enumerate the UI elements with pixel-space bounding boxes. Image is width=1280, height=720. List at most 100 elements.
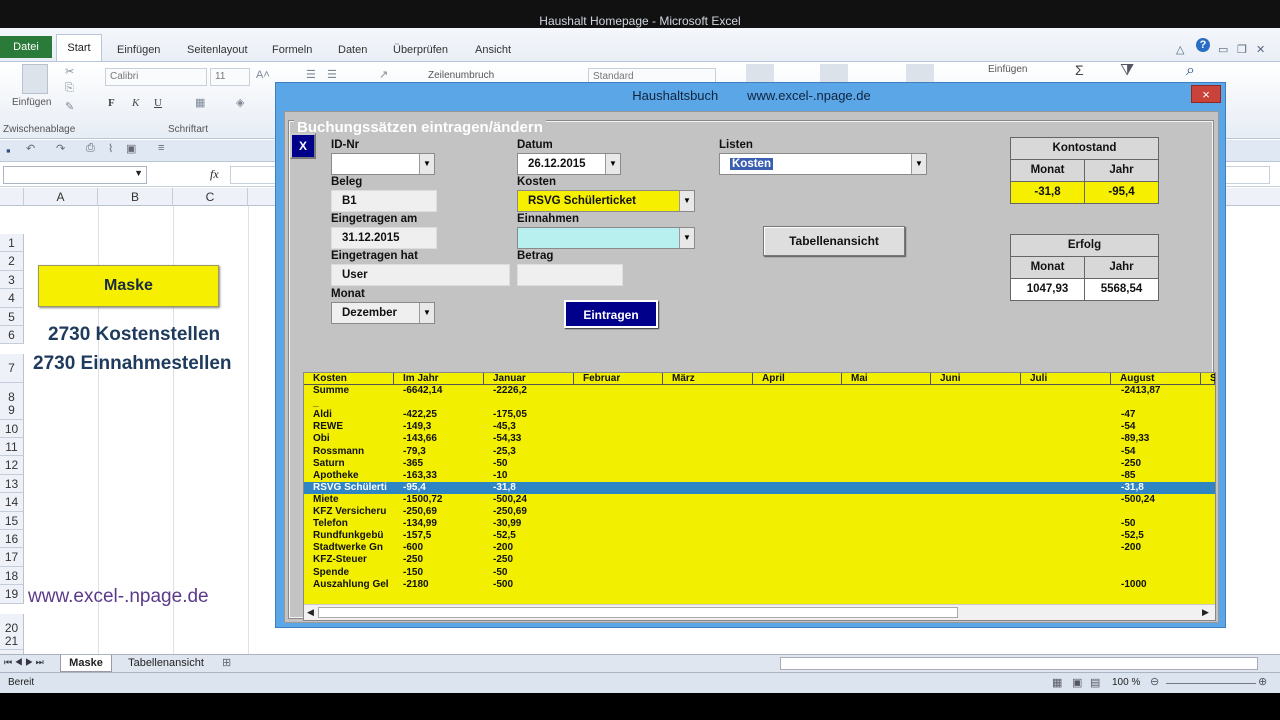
autosum-icon[interactable]: Σ bbox=[1075, 62, 1084, 78]
kosten-listbox[interactable]: Kosten Im Jahr Januar Februar März April Mai Ju… bbox=[303, 372, 1216, 621]
list-row[interactable]: Rossmann -79,3 -25,3 -54 bbox=[304, 446, 1215, 458]
list-row[interactable]: Aldi -422,25 -175,05 -47 bbox=[304, 409, 1215, 421]
cut-icon[interactable]: ✂ bbox=[65, 65, 74, 78]
customize-qat-icon[interactable]: ≡ bbox=[158, 142, 164, 154]
tabellenansicht-button[interactable]: Tabellenansicht bbox=[763, 226, 905, 256]
tab-ueberpruefen[interactable]: Überprüfen bbox=[393, 40, 448, 60]
betrag-field[interactable] bbox=[517, 264, 623, 286]
website-link[interactable]: www.excel-.npage.de bbox=[28, 586, 209, 608]
list-row[interactable]: Obi -143,66 -54,33 -89,33 bbox=[304, 433, 1215, 445]
row-header[interactable]: 16 bbox=[0, 530, 24, 549]
list-column-header[interactable]: S bbox=[1201, 373, 1215, 385]
font-size-combo[interactable]: 11 bbox=[210, 68, 250, 86]
tab-start[interactable]: Start bbox=[56, 34, 102, 61]
tab-ansicht[interactable]: Ansicht bbox=[475, 40, 511, 60]
list-row[interactable]: Miete -1500,72 -500,24 -500,24 bbox=[304, 494, 1215, 506]
row-header[interactable]: 14 bbox=[0, 493, 24, 512]
format-painter-icon[interactable]: ✎ bbox=[65, 100, 74, 113]
list-column-header[interactable]: Februar bbox=[574, 373, 663, 385]
zoom-in-icon[interactable]: ⊕ bbox=[1258, 675, 1267, 688]
row-header[interactable]: 3 bbox=[0, 270, 24, 290]
listbox-scrollbar[interactable]: ◀ ▶ bbox=[304, 604, 1215, 620]
list-column-header[interactable]: Juli bbox=[1021, 373, 1111, 385]
list-column-header[interactable]: August bbox=[1111, 373, 1201, 385]
row-header[interactable]: 5 bbox=[0, 307, 24, 326]
list-column-header[interactable]: Im Jahr bbox=[394, 373, 484, 385]
row-header[interactable]: 2 bbox=[0, 252, 24, 271]
fill-color-icon[interactable]: ◈ bbox=[236, 96, 244, 109]
sheet-nav-icons[interactable]: ⏮ ◀ ▶ ⏭ bbox=[4, 657, 44, 668]
list-column-header[interactable]: Januar bbox=[484, 373, 574, 385]
list-row[interactable]: Rundfunkgebü -157,5 -52,5 -52,5 bbox=[304, 530, 1215, 542]
list-column-header[interactable]: Mai bbox=[842, 373, 931, 385]
eingetragen-am-field[interactable]: 31.12.2015 bbox=[331, 227, 437, 249]
sort-filter-icon[interactable]: ⧩ bbox=[1120, 62, 1134, 80]
beleg-field[interactable]: B1 bbox=[331, 190, 437, 212]
list-row[interactable]: Saturn -365 -50 -250 bbox=[304, 458, 1215, 470]
name-box[interactable]: ▼ bbox=[3, 166, 147, 184]
orientation-icon[interactable]: ↗ bbox=[379, 68, 388, 81]
list-row[interactable]: RSVG Schülerti -95,4 -31,8 -31,8 bbox=[304, 481, 1215, 494]
einnahmen-dropdown[interactable]: ▼ bbox=[517, 227, 695, 249]
chevron-down-icon[interactable]: ▼ bbox=[419, 303, 434, 323]
chevron-down-icon[interactable]: ▼ bbox=[605, 154, 620, 174]
x-button[interactable]: X bbox=[290, 133, 316, 159]
kosten-dropdown[interactable]: RSVG Schülerticket ▼ bbox=[517, 190, 695, 212]
sheet-tab-maske[interactable]: Maske bbox=[60, 655, 112, 672]
list-row[interactable]: Telefon -134,99 -30,99 -50 bbox=[304, 518, 1215, 530]
find-icon[interactable]: ⌕ bbox=[1186, 62, 1195, 80]
wrap-text-button[interactable]: Zeilenumbruch bbox=[428, 70, 494, 81]
tab-formeln[interactable]: Formeln bbox=[272, 40, 312, 60]
list-column-header[interactable]: April bbox=[753, 373, 842, 385]
font-name-combo[interactable]: Calibri bbox=[105, 68, 207, 86]
dialog-close-button[interactable]: × bbox=[1191, 85, 1221, 103]
insert-function-icon[interactable]: fx bbox=[210, 167, 219, 182]
align-top-icon[interactable]: ☰ bbox=[306, 68, 316, 81]
eingetragen-hat-field[interactable]: User bbox=[331, 264, 510, 286]
scroll-left-icon[interactable]: ◀ bbox=[307, 607, 314, 618]
underline-button[interactable]: U bbox=[154, 97, 162, 109]
list-column-header[interactable]: März bbox=[663, 373, 753, 385]
grow-font-icon[interactable]: A˄ bbox=[256, 69, 270, 81]
copy-icon[interactable]: ⎘ bbox=[65, 82, 74, 95]
list-row[interactable]: _ bbox=[304, 397, 1215, 409]
paste-label[interactable]: Einfügen bbox=[12, 97, 51, 108]
list-column-header[interactable]: Kosten bbox=[304, 373, 394, 385]
page-break-icon[interactable]: ▤ bbox=[1090, 676, 1100, 689]
borders-icon[interactable]: ▦ bbox=[195, 96, 205, 109]
align-middle-icon[interactable]: ☰ bbox=[327, 68, 337, 81]
list-row[interactable]: Apotheke -163,33 -10 -85 bbox=[304, 470, 1215, 482]
bold-button[interactable]: F bbox=[108, 97, 115, 109]
window-close-icon[interactable]: ✕ bbox=[1256, 40, 1265, 60]
column-a[interactable]: A bbox=[24, 188, 98, 206]
datum-dropdown[interactable]: 26.12.2015 ▼ bbox=[517, 153, 621, 175]
normal-view-icon[interactable]: ▦ bbox=[1052, 676, 1062, 689]
name-box-dropdown-icon[interactable]: ▼ bbox=[134, 168, 143, 178]
save-icon[interactable]: ▪ bbox=[6, 143, 11, 158]
paste-icon[interactable] bbox=[22, 64, 48, 94]
tab-seitenlayout[interactable]: Seitenlayout bbox=[187, 40, 248, 60]
new-sheet-icon[interactable]: ⊞ bbox=[222, 656, 231, 669]
zoom-out-icon[interactable]: ⊖ bbox=[1150, 675, 1159, 688]
tab-einfuegen[interactable]: Einfügen bbox=[117, 40, 160, 60]
row-header[interactable]: 10 bbox=[0, 419, 24, 438]
row-header[interactable]: 11 bbox=[0, 438, 24, 457]
redo-icon[interactable]: ↷ bbox=[56, 142, 65, 155]
row-header[interactable]: 13 bbox=[0, 474, 24, 494]
scroll-right-icon[interactable]: ▶ bbox=[1202, 607, 1209, 618]
row-header[interactable]: 6 bbox=[0, 326, 24, 345]
list-row[interactable]: KFZ-Steuer -250 -250 bbox=[304, 554, 1215, 566]
chevron-down-icon[interactable]: ▼ bbox=[419, 154, 434, 174]
monat-dropdown[interactable]: Dezember ▼ bbox=[331, 302, 435, 324]
help-icon[interactable]: ? bbox=[1196, 38, 1210, 52]
list-row[interactable]: KFZ Versicheru -250,69 -250,69 bbox=[304, 506, 1215, 518]
list-row[interactable]: Stadtwerke Gn -600 -200 -200 bbox=[304, 542, 1215, 554]
sheet-tab-tabellenansicht[interactable]: Tabellenansicht bbox=[116, 655, 216, 672]
zoom-level[interactable]: 100 % bbox=[1112, 677, 1140, 688]
chevron-down-icon[interactable]: ▼ bbox=[911, 154, 926, 174]
row-header[interactable]: 1 bbox=[0, 234, 24, 253]
row-header[interactable]: 21 bbox=[0, 632, 24, 651]
row-header[interactable]: 4 bbox=[0, 289, 24, 308]
row-header[interactable]: 12 bbox=[0, 456, 24, 475]
row-header[interactable]: 15 bbox=[0, 511, 24, 530]
